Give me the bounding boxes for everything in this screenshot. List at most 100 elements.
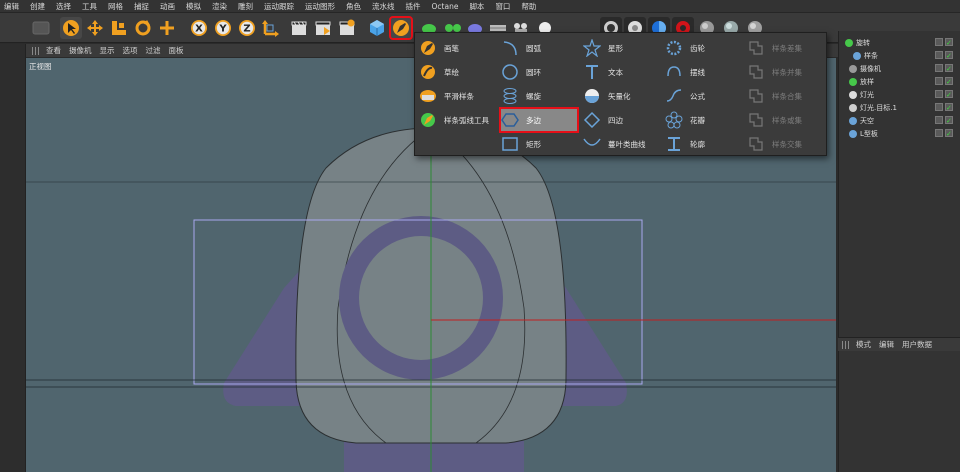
spline-union-icon: [747, 63, 765, 81]
check-icon: ✓: [945, 38, 953, 47]
menu-17[interactable]: 窗口: [495, 1, 510, 12]
menu-item-star[interactable]: 星形: [583, 37, 623, 59]
visibility-toggles[interactable]: ✓: [935, 116, 959, 125]
sketch-icon: [419, 63, 437, 81]
menu-item-cog[interactable]: 齿轮: [665, 37, 705, 59]
render-view-button[interactable]: [288, 17, 310, 39]
object-row[interactable]: 旋转 ✓: [839, 36, 960, 49]
editor-visibility-toggle[interactable]: [935, 38, 943, 46]
menu-item-cycloid[interactable]: 摆线: [665, 61, 705, 83]
viewport-menu-1[interactable]: 摄像机: [69, 45, 92, 56]
menu-item-arc[interactable]: 圆弧: [501, 37, 541, 59]
menu-item-text[interactable]: 文本: [583, 61, 623, 83]
viewport-menu-0[interactable]: 查看: [46, 45, 61, 56]
object-icon: [849, 116, 857, 125]
editor-visibility-toggle[interactable]: [935, 77, 943, 85]
menu-item-smooth-spline[interactable]: 平滑样条: [419, 85, 474, 107]
menu-item-profile[interactable]: 轮廓: [665, 133, 705, 155]
menu-item-helix[interactable]: 螺旋: [501, 85, 541, 107]
spline-create-menu: 画笔 草绘 平滑样条 样条弧线工具 圆弧 圆环 螺旋 多边 矩形 星形 文本 矢…: [414, 32, 827, 156]
menu-item-flower[interactable]: 花瓣: [665, 109, 705, 131]
editor-visibility-toggle[interactable]: [935, 103, 943, 111]
menu-16[interactable]: 脚本: [469, 1, 484, 12]
viewport-menu-3[interactable]: 选项: [123, 45, 138, 56]
visibility-toggles[interactable]: ✓: [935, 51, 959, 60]
clapper-settings-icon: [339, 19, 355, 35]
z-axis-button[interactable]: Z: [236, 17, 258, 39]
menu-12[interactable]: 角色: [346, 1, 361, 12]
spline-arc-tool-icon: [419, 111, 437, 129]
menu-14[interactable]: 插件: [406, 1, 421, 12]
grip-icon[interactable]: [842, 340, 850, 349]
object-row[interactable]: 放样 ✓: [839, 75, 960, 88]
menu-item-label: 样条并集: [772, 67, 802, 77]
object-label: 样条: [864, 51, 878, 60]
undo-button[interactable]: [30, 17, 52, 39]
viewport-menu-5[interactable]: 面板: [169, 45, 184, 56]
visibility-toggles[interactable]: ✓: [935, 103, 959, 112]
menu-11[interactable]: 运动图形: [305, 1, 335, 12]
editor-visibility-toggle[interactable]: [935, 51, 943, 59]
x-axis-button[interactable]: X: [188, 17, 210, 39]
viewport-menu-4[interactable]: 过滤: [146, 45, 161, 56]
object-row[interactable]: 灯光.目标.1 ✓: [839, 101, 960, 114]
move-icon: [87, 20, 103, 36]
menu-item-spline-arc-tool[interactable]: 样条弧线工具: [419, 109, 489, 131]
vectorizer-icon: [583, 87, 601, 105]
object-row[interactable]: 样条 ✓: [839, 49, 960, 62]
menu-2[interactable]: 选择: [56, 1, 71, 12]
y-axis-button[interactable]: Y: [212, 17, 234, 39]
visibility-toggles[interactable]: ✓: [935, 64, 959, 73]
visibility-toggles[interactable]: ✓: [935, 90, 959, 99]
menu-item-cissoid[interactable]: 蔓叶类曲线: [583, 133, 646, 155]
add-tool-button[interactable]: [156, 17, 178, 39]
menu-6[interactable]: 动画: [160, 1, 175, 12]
editor-visibility-toggle[interactable]: [935, 64, 943, 72]
select-tool-button[interactable]: [60, 17, 82, 39]
menu-9[interactable]: 雕刻: [238, 1, 253, 12]
editor-visibility-toggle[interactable]: [935, 129, 943, 137]
menu-5[interactable]: 捕捉: [134, 1, 149, 12]
menu-13[interactable]: 流水线: [372, 1, 395, 12]
editor-visibility-toggle[interactable]: [935, 90, 943, 98]
object-row[interactable]: L型板 ✓: [839, 127, 960, 140]
menu-item-formula[interactable]: 公式: [665, 85, 705, 107]
menu-item-vectorizer[interactable]: 矢量化: [583, 85, 631, 107]
viewport-menu-2[interactable]: 显示: [100, 45, 115, 56]
menu-0[interactable]: 编辑: [4, 1, 19, 12]
spline-pen-button[interactable]: [389, 16, 413, 40]
rotate-tool-button[interactable]: [132, 17, 154, 39]
cube-button[interactable]: [366, 17, 388, 39]
menu-15[interactable]: Octane: [432, 2, 459, 11]
scale-tool-button[interactable]: [108, 17, 130, 39]
object-row[interactable]: 摄像机 ✓: [839, 62, 960, 75]
attributes-menu-0[interactable]: 模式: [856, 339, 871, 350]
menu-18[interactable]: 帮助: [521, 1, 536, 12]
menu-4[interactable]: 网格: [108, 1, 123, 12]
attributes-menu-1[interactable]: 编辑: [879, 339, 894, 350]
menu-item-circle[interactable]: 圆环: [501, 61, 541, 83]
menu-item-pen[interactable]: 画笔: [419, 37, 459, 59]
object-row[interactable]: 灯光 ✓: [839, 88, 960, 101]
menu-7[interactable]: 模拟: [186, 1, 201, 12]
render-settings-button[interactable]: [336, 17, 358, 39]
object-row[interactable]: 天空 ✓: [839, 114, 960, 127]
coordinate-system-button[interactable]: [260, 17, 282, 39]
menu-1[interactable]: 创建: [30, 1, 45, 12]
menu-item-rectangle[interactable]: 矩形: [501, 133, 541, 155]
attributes-menu-2[interactable]: 用户数据: [902, 339, 932, 350]
render-picture-viewer-button[interactable]: [312, 17, 334, 39]
menu-item-four-side[interactable]: 四边: [583, 109, 623, 131]
menu-item-polygon[interactable]: 多边: [499, 107, 579, 133]
grip-icon[interactable]: [32, 46, 40, 55]
visibility-toggles[interactable]: ✓: [935, 129, 959, 138]
menu-8[interactable]: 渲染: [212, 1, 227, 12]
visibility-toggles[interactable]: ✓: [935, 77, 959, 86]
move-tool-button[interactable]: [84, 17, 106, 39]
menu-3[interactable]: 工具: [82, 1, 97, 12]
editor-visibility-toggle[interactable]: [935, 116, 943, 124]
menu-10[interactable]: 运动跟踪: [264, 1, 294, 12]
visibility-toggles[interactable]: ✓: [935, 38, 959, 47]
spline-and-icon: [747, 87, 765, 105]
menu-item-sketch[interactable]: 草绘: [419, 61, 459, 83]
